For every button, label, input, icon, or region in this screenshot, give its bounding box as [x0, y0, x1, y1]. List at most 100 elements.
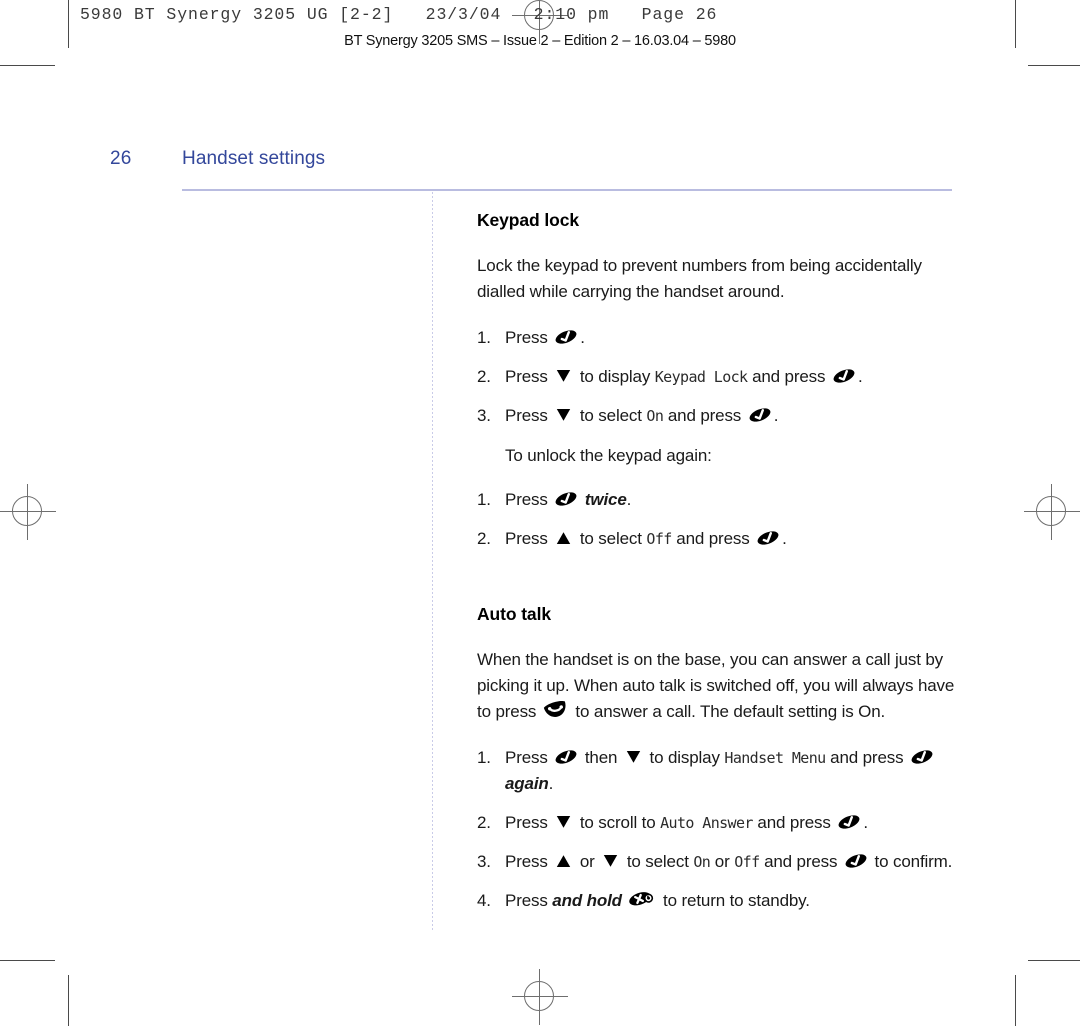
emphasis-text: and hold [552, 891, 622, 910]
menu-select-key-icon [554, 748, 578, 766]
step-text: . [782, 529, 787, 548]
down-arrow-key-icon [601, 852, 620, 870]
step-text: . [548, 774, 554, 793]
step-text: Press [505, 367, 553, 386]
menu-select-key-icon [832, 367, 856, 385]
header-rule [182, 189, 952, 191]
step-text: and press [663, 406, 746, 425]
menu-select-key-icon [756, 529, 780, 547]
section-heading: Auto talk [477, 604, 551, 624]
display-text: Off [646, 530, 672, 548]
display-text: Keypad Lock [654, 368, 748, 386]
instruction-list-secondary: 1. Press twice. 2. Press to select Off and … [477, 487, 957, 552]
crop-mark-bottom-left-vertical [68, 975, 69, 1026]
step-number: 2. [477, 813, 491, 832]
step-text: Press [505, 406, 553, 425]
down-arrow-key-icon [624, 748, 643, 766]
display-text: Handset Menu [724, 749, 826, 767]
step-text: . [773, 406, 779, 425]
down-arrow-key-icon [554, 367, 573, 385]
instruction-step: 1. Press . [477, 325, 957, 351]
step-number: 3. [477, 406, 491, 425]
step-text: . [863, 813, 868, 832]
instruction-list-primary: 1. Press . 2. Press to display Keypad Lock … [477, 325, 957, 429]
step-text: Press [505, 891, 553, 910]
step-text: to return to standby. [658, 891, 810, 910]
step-text: to select [575, 406, 647, 425]
step-text: to answer a call. The default setting is… [570, 702, 886, 721]
step-number: 4. [477, 891, 491, 910]
display-text: Auto Answer [660, 814, 753, 832]
crop-mark-bottom-right-horizontal [1028, 960, 1080, 961]
instruction-step: 1. Press then to display Handset Menu and… [477, 745, 957, 797]
step-text: Press [505, 813, 553, 832]
talk-key-icon [543, 700, 569, 720]
step-number: 2. [477, 529, 491, 548]
step-text: or [710, 852, 735, 871]
column-divider [432, 192, 433, 932]
menu-select-key-icon [748, 406, 772, 424]
menu-select-key-icon [844, 852, 868, 870]
step-text: to confirm. [869, 852, 953, 871]
down-arrow-key-icon [554, 813, 573, 831]
instruction-step: 4. Press and hold to return to standby. [477, 888, 957, 914]
step-text: then [580, 748, 622, 767]
content-column: Keypad lock Lock the keypad to prevent nu… [477, 210, 957, 928]
display-text: On [646, 407, 664, 425]
section-heading: Keypad lock [477, 210, 579, 230]
step-text: Press [505, 529, 553, 548]
display-text: On [693, 853, 711, 871]
step-text: to select [575, 529, 647, 548]
step-text: and press [671, 529, 755, 548]
crop-mark-bottom-left-horizontal [0, 960, 55, 961]
menu-select-key-icon [910, 748, 934, 766]
step-text: to select [622, 852, 694, 871]
crop-mark-bottom-right-vertical [1015, 975, 1016, 1026]
instruction-step: 3. Press to select On and press . [477, 403, 957, 429]
up-arrow-key-icon [554, 852, 573, 870]
emphasis-text: twice [580, 490, 627, 509]
step-text [622, 891, 627, 910]
step-number: 3. [477, 852, 491, 871]
step-number: 2. [477, 367, 491, 386]
crop-mark-top-right-horizontal [1028, 65, 1080, 66]
instruction-step: 3. Press or to select On or Off and press… [477, 849, 957, 875]
instruction-step: 1. Press twice. [477, 487, 957, 513]
emphasis-text: again [505, 774, 549, 793]
step-text: . [626, 490, 632, 509]
instruction-step: 2. Press to select Off and press . [477, 526, 957, 552]
prepress-slug-line: 5980 BT Synergy 3205 UG [2-2] 23/3/04 2:… [80, 5, 718, 24]
section-intro-text: When the handset is on the base, you can… [477, 647, 957, 725]
step-text: and press [752, 813, 836, 832]
instruction-list-primary: 1. Press then to display Handset Menu and… [477, 745, 957, 914]
instruction-step: 2. Press to display Keypad Lock and press… [477, 364, 957, 390]
menu-select-key-icon [554, 328, 578, 346]
crop-mark-top-left-horizontal [0, 65, 55, 66]
step-text: to display [644, 748, 725, 767]
registration-mark-left [0, 484, 56, 540]
document-edition-line: BT Synergy 3205 SMS – Issue 2 – Edition … [344, 33, 736, 49]
step-number: 1. [477, 748, 491, 767]
step-text: . [857, 367, 863, 386]
step-text: Press [505, 490, 553, 509]
up-arrow-key-icon [554, 529, 573, 547]
step-text: Press [505, 852, 553, 871]
step-text: and press [747, 367, 830, 386]
page-number: 26 [110, 148, 132, 169]
registration-mark-right [1024, 484, 1080, 540]
end-call-key-icon [628, 889, 656, 909]
step-text: to scroll to [575, 813, 661, 832]
registration-mark-bottom [512, 969, 568, 1025]
step-text: and press [825, 748, 909, 767]
step-number: 1. [477, 490, 491, 509]
page-title: Handset settings [182, 148, 326, 169]
step-text: Press [505, 328, 553, 347]
down-arrow-key-icon [554, 406, 573, 424]
menu-select-key-icon [554, 490, 578, 508]
display-text: Off [734, 853, 760, 871]
step-text: to display [575, 367, 655, 386]
step-text: . [580, 328, 585, 347]
instruction-step: 2. Press to scroll to Auto Answer and pre… [477, 810, 957, 836]
section-intro-text: Lock the keypad to prevent numbers from … [477, 256, 922, 301]
unlock-note: To unlock the keypad again: [505, 446, 712, 465]
